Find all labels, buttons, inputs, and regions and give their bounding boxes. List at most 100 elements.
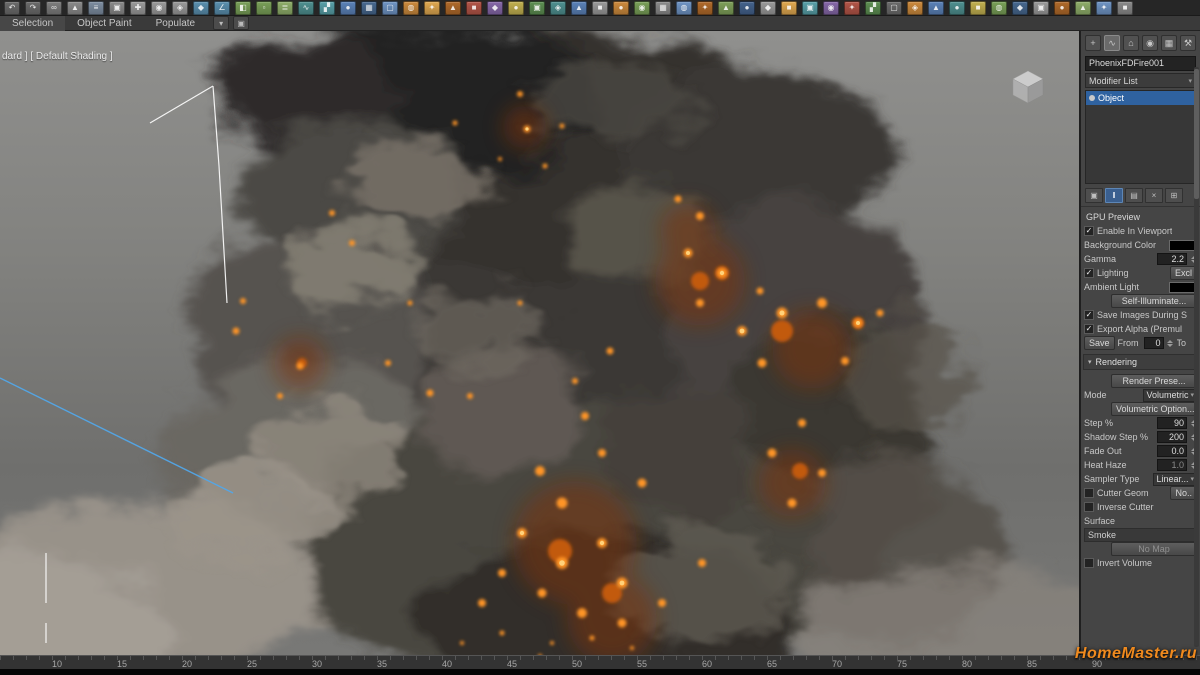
ribbon-icon[interactable]: ● (739, 1, 755, 15)
ribbon-icon[interactable]: ▲ (718, 1, 734, 15)
ribbon-tab-populate[interactable]: Populate (144, 16, 207, 31)
save-button[interactable]: Save (1084, 336, 1115, 350)
checkbox[interactable] (1084, 502, 1094, 512)
pin-stack-button[interactable]: ▣ (1085, 188, 1103, 203)
param-button[interactable]: Render Prese... (1111, 374, 1197, 388)
panel-scrollbar[interactable] (1194, 67, 1199, 647)
ribbon-icon[interactable]: ▞ (865, 1, 881, 15)
ribbon-icon[interactable]: ● (613, 1, 629, 15)
ribbon-icon[interactable]: ● (508, 1, 524, 15)
ribbon-icon[interactable]: ▲ (571, 1, 587, 15)
ribbon-icon[interactable]: ◉ (634, 1, 650, 15)
ribbon-icon[interactable]: ▲ (928, 1, 944, 15)
ribbon-icon[interactable]: ◈ (907, 1, 923, 15)
ribbon-tab-object-paint[interactable]: Object Paint (65, 16, 143, 31)
ribbon-icon[interactable]: ▣ (1033, 1, 1049, 15)
param-button[interactable]: No Map (1111, 542, 1197, 556)
spinner[interactable] (1167, 338, 1174, 349)
param-button[interactable]: Excl (1170, 266, 1197, 280)
show-end-result-button[interactable]: ‖ (1105, 188, 1123, 203)
material-editor-icon[interactable]: ● (340, 1, 356, 15)
timeline-ruler[interactable]: 1015202530354045505560657075808590 (0, 655, 1200, 670)
value-field[interactable]: 0 (1144, 337, 1164, 349)
configure-modifier-sets-button[interactable]: ⊞ (1165, 188, 1183, 203)
ribbon-icon[interactable]: ✦ (1096, 1, 1112, 15)
dropdown[interactable]: Volumetric▾ (1143, 389, 1197, 402)
curve-editor-icon[interactable]: ∿ (298, 1, 314, 15)
render-production-icon[interactable]: ◍ (403, 1, 419, 15)
viewport-shading-label[interactable]: dard ] [ Default Shading ] (2, 51, 113, 62)
ribbon-icon[interactable]: ✦ (697, 1, 713, 15)
checkbox[interactable]: ✓ (1084, 268, 1094, 278)
select-and-scale-icon[interactable]: ◈ (172, 1, 188, 15)
mirror-icon[interactable]: ◧ (235, 1, 251, 15)
select-link-icon[interactable]: ∞ (46, 1, 62, 15)
render-setup-icon[interactable]: ▦ (361, 1, 377, 15)
paint-dropdown-icon[interactable]: ▾ (213, 16, 229, 30)
rendering-rollout-header[interactable]: ▾ Rendering (1083, 354, 1198, 370)
select-region-icon[interactable]: ▣ (109, 1, 125, 15)
checkbox[interactable]: ✓ (1084, 310, 1094, 320)
ribbon-icon[interactable]: ◍ (676, 1, 692, 15)
remove-modifier-button[interactable]: × (1145, 188, 1163, 203)
checkbox[interactable]: ✓ (1084, 226, 1094, 236)
layer-manager-icon[interactable]: ≣ (277, 1, 293, 15)
ribbon-icon[interactable]: ■ (970, 1, 986, 15)
ribbon-tab-selection[interactable]: Selection (0, 16, 65, 31)
dropdown[interactable]: Linear...▾ (1153, 473, 1197, 486)
viewcube[interactable] (1005, 65, 1051, 107)
make-unique-button[interactable]: ▤ (1125, 188, 1143, 203)
undo-icon[interactable]: ↶ (4, 1, 20, 15)
rendered-frame-icon[interactable]: ▢ (382, 1, 398, 15)
create-tab-icon[interactable]: + (1085, 35, 1101, 51)
value-field[interactable]: 0.0 (1157, 445, 1187, 457)
utilities-tab-icon[interactable]: ⚒ (1180, 35, 1196, 51)
angle-snap-icon[interactable]: ∠ (214, 1, 230, 15)
modify-tab-icon[interactable]: ∿ (1104, 35, 1120, 51)
select-and-move-icon[interactable]: ✚ (130, 1, 146, 15)
color-swatch[interactable] (1169, 282, 1197, 293)
ribbon-icon[interactable]: ▲ (1075, 1, 1091, 15)
motion-tab-icon[interactable]: ◉ (1142, 35, 1158, 51)
select-by-name-icon[interactable]: ≡ (88, 1, 104, 15)
ribbon-icon[interactable]: ◆ (760, 1, 776, 15)
select-and-rotate-icon[interactable]: ◉ (151, 1, 167, 15)
ribbon-icon[interactable]: ▣ (529, 1, 545, 15)
object-name-field[interactable]: PhoenixFDFire001 (1085, 56, 1196, 71)
modifier-list-dropdown[interactable]: Modifier List ▾ (1085, 73, 1196, 88)
panel-scrollbar-thumb[interactable] (1194, 69, 1199, 199)
snap-toggle-icon[interactable]: ◆ (193, 1, 209, 15)
value-field[interactable]: 90 (1157, 417, 1187, 429)
modifier-stack[interactable]: Object (1085, 90, 1196, 184)
param-button[interactable]: Self-Illuminate... (1111, 294, 1197, 308)
schematic-view-icon[interactable]: ▞ (319, 1, 335, 15)
param-button[interactable]: Volumetric Option... (1111, 402, 1197, 416)
redo-icon[interactable]: ↷ (25, 1, 41, 15)
checkbox[interactable] (1084, 488, 1094, 498)
value-field[interactable]: 2.2 (1157, 253, 1187, 265)
ribbon-icon[interactable]: ● (949, 1, 965, 15)
align-icon[interactable]: ▫ (256, 1, 272, 15)
ribbon-icon[interactable]: ■ (1117, 1, 1133, 15)
color-swatch[interactable] (1169, 240, 1197, 251)
ribbon-icon[interactable]: ◈ (550, 1, 566, 15)
ribbon-icon[interactable]: ✦ (424, 1, 440, 15)
value-field[interactable]: 200 (1157, 431, 1187, 443)
ribbon-icon[interactable]: ● (1054, 1, 1070, 15)
display-tab-icon[interactable]: ▦ (1161, 35, 1177, 51)
select-object-icon[interactable]: ▲ (67, 1, 83, 15)
ribbon-icon[interactable]: ✦ (844, 1, 860, 15)
ribbon-icon[interactable]: ▣ (802, 1, 818, 15)
checkbox[interactable] (1084, 558, 1094, 568)
ribbon-panel-icon[interactable]: ▣ (233, 16, 249, 30)
hierarchy-tab-icon[interactable]: ⌂ (1123, 35, 1139, 51)
ribbon-icon[interactable]: ■ (466, 1, 482, 15)
checkbox[interactable]: ✓ (1084, 324, 1094, 334)
ribbon-icon[interactable]: ▦ (655, 1, 671, 15)
ribbon-icon[interactable]: ■ (781, 1, 797, 15)
ribbon-icon[interactable]: ◍ (991, 1, 1007, 15)
viewport[interactable]: dard ] [ Default Shading ] (0, 31, 1079, 655)
ribbon-icon[interactable]: ▲ (445, 1, 461, 15)
value-field[interactable]: 1.0 (1157, 459, 1187, 471)
ribbon-icon[interactable]: ▢ (886, 1, 902, 15)
